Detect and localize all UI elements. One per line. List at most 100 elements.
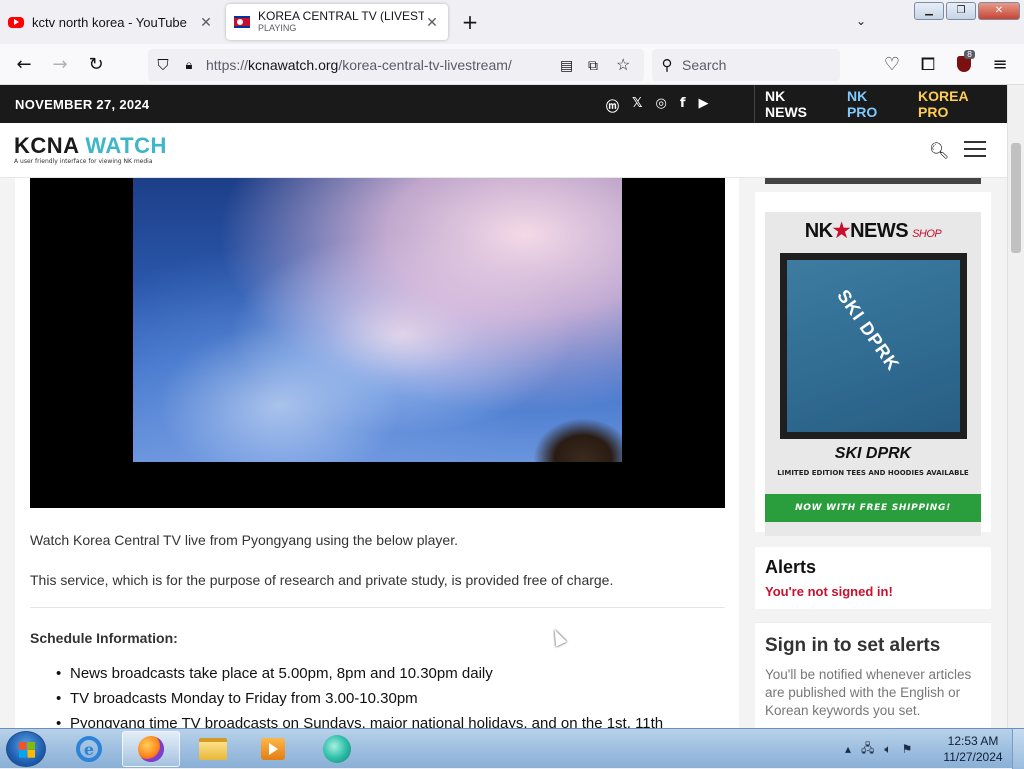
close-tab-icon[interactable]: ✕	[198, 14, 214, 31]
taskbar-clock[interactable]: 12:53 AM 11/27/2024	[940, 733, 1006, 765]
nk-news-link[interactable]: NK NEWS	[755, 88, 837, 120]
hamburger-menu-icon[interactable]	[964, 141, 986, 157]
new-tab-button[interactable]: +	[458, 10, 482, 34]
back-button[interactable]: ←	[8, 48, 40, 80]
free-shipping-banner[interactable]: NOW WITH FREE SHIPPING!	[765, 494, 981, 522]
not-signed-in-warning: You're not signed in!	[765, 584, 893, 599]
action-center-flag-icon[interactable]: ⚑	[902, 742, 913, 756]
taskbar-app[interactable]	[308, 731, 366, 767]
youtube-icon	[8, 14, 24, 30]
tab-kcna[interactable]: KOREA CENTRAL TV (LIVESTREAM) PLAYING ✕	[226, 4, 448, 40]
sidebar: NK★NEWS SHOP SKI DPRK SKI DPRK LIMITED ED…	[755, 178, 991, 728]
folder-icon	[199, 738, 227, 760]
minimize-button[interactable]: ▁	[914, 2, 944, 20]
pocket-icon[interactable]: ♡	[876, 48, 908, 80]
reader-view-icon[interactable]: ▤	[560, 57, 573, 74]
network-icon[interactable]: 🖧︎	[861, 739, 874, 760]
signin-title: Sign in to set alerts	[765, 635, 941, 656]
video-rock-detail	[533, 418, 622, 462]
schedule-title: Schedule Information:	[30, 630, 178, 646]
taskbar: e ▴ 🖧︎ 🔈︎ ⚑ 12:53 AM 11/27/2024	[0, 728, 1024, 769]
nk-pro-link[interactable]: NK PRO	[837, 88, 908, 120]
url-prefix: https://	[206, 57, 249, 73]
page-scrollbar[interactable]	[1007, 85, 1024, 728]
bookmark-star-icon[interactable]: ☆	[616, 55, 630, 75]
tab-playing-label: PLAYING	[258, 23, 297, 33]
logo-watch: WATCH	[85, 133, 167, 158]
url-path: /korea-central-tv-livestream/	[338, 57, 512, 73]
facebook-icon[interactable]: f	[680, 96, 686, 115]
reload-button[interactable]: ↻	[80, 48, 112, 80]
ad-subtitle: LIMITED EDITION TEES AND HOODIES AVAILAB…	[777, 469, 969, 477]
system-tray: ▴ 🖧︎ 🔈︎ ⚑	[845, 729, 912, 769]
schedule-list: News broadcasts take place at 5.00pm, 8p…	[56, 665, 663, 728]
signin-text: You'll be notified whenever articles are…	[765, 667, 972, 718]
youtube-social-icon[interactable]: ▶	[699, 96, 709, 115]
alerts-title: Alerts	[765, 557, 817, 577]
ad-brand-nk: NK	[804, 220, 833, 242]
date-label: NOVEMBER 27, 2024	[15, 96, 150, 112]
previous-widget-edge	[765, 178, 981, 184]
shirt-image[interactable]: SKI DPRK	[780, 253, 967, 439]
ublock-extension-icon[interactable]: 8	[948, 48, 980, 80]
taskbar-file-explorer[interactable]	[184, 731, 242, 767]
taskbar-media-player[interactable]	[244, 731, 302, 767]
intro-text: Watch Korea Central TV live from Pyongya…	[30, 532, 458, 548]
restore-button[interactable]: ❐	[946, 2, 976, 20]
nk-news-shop-logo: NK★NEWS SHOP	[765, 218, 981, 243]
korea-flag-icon	[234, 14, 250, 30]
navigation-toolbar: ← → ↻ ⛉ 🔒︎ https://kcnawatch.org/korea-c…	[0, 44, 1024, 85]
site-logo[interactable]: KCNA WATCH	[14, 133, 167, 159]
list-tabs-button[interactable]: ⌄	[856, 14, 866, 28]
volume-icon[interactable]: 🔈︎	[884, 742, 891, 757]
internet-explorer-icon: e	[76, 736, 102, 762]
shirt-print: SKI DPRK	[833, 285, 904, 375]
mastodon-icon[interactable]: ⓜ	[606, 96, 619, 115]
x-twitter-icon[interactable]: 𝕏	[632, 96, 642, 115]
close-tab-icon[interactable]: ✕	[424, 14, 440, 31]
menu-icon[interactable]: ≡	[984, 48, 1016, 80]
url-text[interactable]: https://kcnawatch.org/korea-central-tv-l…	[206, 57, 512, 73]
show-hidden-icons[interactable]: ▴	[845, 742, 851, 756]
divider	[30, 607, 725, 608]
list-item: TV broadcasts Monday to Friday from 3.00…	[56, 690, 663, 715]
show-desktop-button[interactable]	[1012, 729, 1024, 769]
url-host: kcnawatch.org	[248, 57, 339, 73]
shop-ad[interactable]: NK★NEWS SHOP SKI DPRK SKI DPRK LIMITED ED…	[755, 192, 991, 536]
page-viewport: NOVEMBER 27, 2024 ⓜ 𝕏 ◎ f ▶ NK NEWS NK P…	[0, 85, 1024, 728]
brand-links: NK NEWS NK PRO KOREA PRO	[754, 85, 1007, 123]
forward-button[interactable]: →	[44, 48, 76, 80]
address-bar[interactable]: ⛉ 🔒︎ https://kcnawatch.org/korea-central…	[148, 49, 644, 81]
search-bar[interactable]: ⚲ Search	[652, 49, 840, 81]
korea-pro-link[interactable]: KOREA PRO	[908, 88, 1007, 120]
lock-icon[interactable]: 🔒︎	[178, 57, 200, 73]
service-note: This service, which is for the purpose o…	[30, 572, 614, 588]
video-player[interactable]	[30, 178, 725, 508]
taskbar-firefox[interactable]	[122, 731, 180, 767]
start-button[interactable]	[6, 731, 46, 767]
scrollbar-thumb[interactable]	[1011, 143, 1021, 253]
shop-ad-inner[interactable]: NK★NEWS SHOP SKI DPRK SKI DPRK LIMITED ED…	[765, 212, 981, 536]
clock-time: 12:53 AM	[947, 734, 999, 748]
ad-title: SKI DPRK	[834, 445, 912, 462]
instagram-icon[interactable]: ◎	[656, 96, 667, 115]
site-search-icon[interactable]: 🔍︎	[929, 141, 949, 160]
firefox-icon	[138, 736, 164, 762]
picture-in-picture-icon[interactable]: ⧉	[588, 57, 598, 74]
main-content: Watch Korea Central TV live from Pyongya…	[15, 178, 739, 728]
tab-title: KOREA CENTRAL TV (LIVESTREAM)	[258, 10, 424, 23]
taskbar-internet-explorer[interactable]: e	[60, 731, 118, 767]
search-icon: ⚲	[661, 57, 673, 74]
close-window-button[interactable]: ✕	[978, 2, 1020, 20]
window-controls: ▁ ❐ ✕	[914, 2, 1020, 20]
list-item: Pyongyang time TV broadcasts on Sundays,…	[56, 715, 663, 728]
tab-strip: kctv north korea - YouTube ✕ KOREA CENTR…	[0, 0, 1024, 44]
extensions-icon[interactable]: ⧠	[912, 48, 944, 80]
logo-kcna: KCNA	[14, 133, 79, 158]
ad-brand-shop: SHOP	[912, 228, 942, 240]
extension-badge: 8	[964, 50, 976, 59]
shield-icon[interactable]: ⛉	[148, 57, 178, 74]
media-player-icon	[261, 738, 285, 760]
app-icon	[323, 735, 351, 763]
tab-youtube[interactable]: kctv north korea - YouTube ✕	[0, 4, 222, 40]
